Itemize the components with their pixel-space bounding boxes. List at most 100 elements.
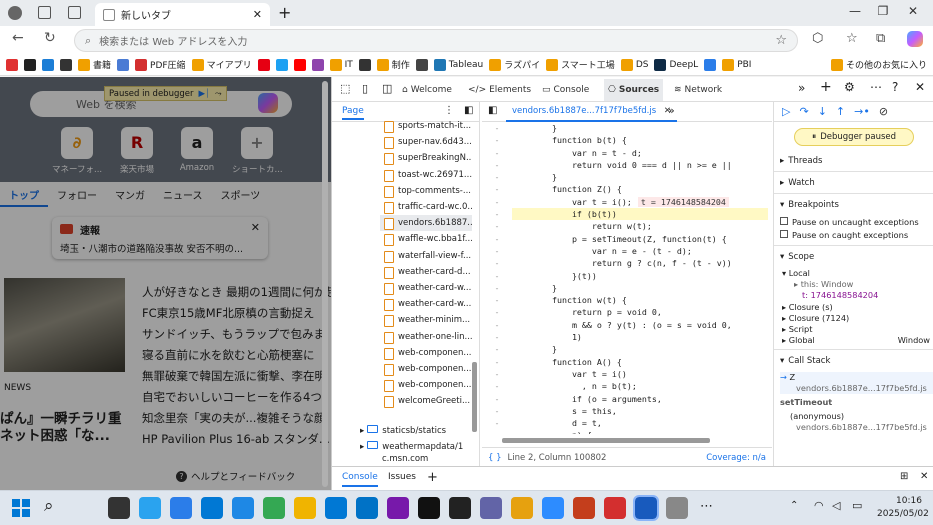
source-folder[interactable]: c.msn.com (360, 455, 478, 461)
pause-uncaught-option[interactable]: Pause on uncaught exceptions (780, 216, 933, 229)
source-folder[interactable]: ▸ weathermapdata/1 (360, 439, 478, 455)
other-favorites[interactable]: その他のお気に入り (830, 58, 933, 71)
source-file[interactable]: toast-wc.26971... (380, 167, 472, 183)
code-view[interactable]: } function b(t) { var n = t - d; return … (512, 122, 768, 434)
scope-this[interactable]: ▸ this: Window (782, 279, 933, 290)
editor-hscrollbar[interactable] (502, 438, 710, 443)
source-file[interactable]: vendors.6b1887... (380, 215, 472, 232)
favorite-star-icon[interactable]: ☆ (775, 33, 787, 48)
start-icon[interactable] (12, 499, 30, 517)
gutter-marker[interactable]: - (482, 294, 512, 306)
restore-icon[interactable]: ❐ (868, 4, 898, 22)
checkbox[interactable] (780, 230, 788, 238)
bookmark-item[interactable] (42, 58, 54, 71)
gutter-marker[interactable]: - (482, 233, 512, 245)
vscode-helper-taskbar-icon[interactable] (108, 497, 130, 519)
bookmark-item[interactable] (415, 58, 428, 71)
pause-caught-option[interactable]: Pause on caught exceptions (780, 229, 933, 242)
breakpoints-section[interactable]: ▾ Breakpoints (774, 194, 933, 216)
bookmark-item[interactable] (117, 58, 130, 71)
taskbar-search-icon[interactable]: ⌕ (44, 496, 54, 516)
gutter-marker[interactable]: - (482, 405, 512, 417)
edge-taskbar-icon[interactable] (201, 497, 223, 519)
drawer-dock-icon[interactable]: ⊞ (900, 471, 908, 482)
chatgpt-taskbar-icon[interactable] (480, 497, 502, 519)
call-frame-2[interactable]: (anonymous) vendors.6b1887e...17f7be5fd.j… (780, 411, 933, 433)
source-file[interactable]: top-comments-... (380, 183, 472, 199)
source-file[interactable]: weather-card-w... (380, 296, 472, 312)
bookmark-item[interactable] (704, 58, 717, 71)
nav-scrollbar[interactable] (472, 362, 477, 432)
outlook-taskbar-icon[interactable] (294, 497, 316, 519)
source-file[interactable]: web-componen... (380, 377, 472, 393)
source-file[interactable]: weather-minim... (380, 312, 472, 328)
refresh-icon[interactable]: ↻ (44, 30, 56, 46)
gutter-marker[interactable]: - (482, 147, 512, 159)
browser-tab[interactable]: 新しいタブ ✕ (95, 3, 270, 26)
bookmark-item[interactable] (358, 58, 371, 71)
close-devtools-icon[interactable]: ✕ (915, 80, 925, 94)
gutter-marker[interactable]: - (482, 245, 512, 257)
scope-script[interactable]: ▸ Script (782, 324, 933, 335)
dock-icon[interactable]: ◫ (382, 82, 392, 95)
scope-t[interactable]: t: 1746148584204 (782, 290, 933, 301)
drawer-tab-issues[interactable]: Issues (388, 472, 416, 482)
minimize-icon[interactable]: — (840, 4, 870, 22)
customize-icon[interactable]: ⋯ (870, 80, 882, 94)
notion-taskbar-icon[interactable] (387, 497, 409, 519)
bookmark-item[interactable]: マイアプリ (191, 58, 252, 71)
scope-closure-7124[interactable]: ▸ Closure (7124) (782, 313, 933, 324)
editor-file-tab[interactable]: vendors.6b1887e...7f17f7be5fd.js ✕ (506, 102, 677, 122)
bookmark-item[interactable] (24, 58, 36, 71)
source-file[interactable]: weather-one-lin... (380, 329, 472, 345)
gutter-marker[interactable]: - (482, 183, 512, 195)
source-file[interactable]: web-componen... (380, 345, 472, 361)
deactivate-breakpoints-icon[interactable]: ⊘ (879, 105, 888, 118)
source-file[interactable]: waterfall-view-f... (380, 248, 472, 264)
step-icon[interactable]: →• (854, 105, 870, 118)
bookmark-item[interactable]: スマート工場 (546, 58, 615, 71)
add-tab-icon[interactable]: + (820, 79, 832, 95)
gutter-marker[interactable]: - (482, 393, 512, 405)
checkbox[interactable] (780, 217, 788, 225)
close-window-icon[interactable]: ✕ (898, 4, 928, 22)
powerpoint-taskbar-icon[interactable] (542, 497, 564, 519)
bookmark-item[interactable] (275, 58, 288, 71)
word-taskbar-icon[interactable] (604, 497, 626, 519)
bookmark-item[interactable] (60, 58, 72, 71)
gutter-marker[interactable]: - (482, 196, 512, 208)
source-file[interactable]: superBreakingN... (380, 150, 472, 166)
resume-button-icon[interactable]: ▷ (782, 105, 790, 118)
bookmark-item[interactable]: IT (329, 58, 353, 71)
snipping-taskbar-icon[interactable] (666, 497, 688, 519)
bookmark-item[interactable]: DeepL (654, 58, 698, 71)
source-file[interactable]: waffle-wc.bba1f... (380, 231, 472, 247)
nav-more-icon[interactable]: ⋮ (444, 105, 454, 116)
gutter-marker[interactable]: - (482, 220, 512, 232)
bookmark-item[interactable]: 書籍 (78, 58, 111, 71)
close-tab-icon[interactable]: ✕ (253, 8, 262, 21)
toggle-sidebar-icon[interactable]: ◧ (464, 105, 473, 116)
bookmark-item[interactable] (293, 58, 306, 71)
gutter-marker[interactable]: - (482, 429, 512, 434)
device-toolbar-icon[interactable]: ▯ (362, 82, 368, 95)
bookmark-item[interactable]: PDF圧縮 (135, 58, 186, 71)
gutter-marker[interactable]: - (482, 417, 512, 429)
bookmark-item[interactable] (6, 58, 18, 71)
chrome-taskbar-icon[interactable] (232, 497, 254, 519)
gutter-marker[interactable]: - (482, 270, 512, 282)
calendar-taskbar-icon[interactable] (418, 497, 440, 519)
scope-global[interactable]: ▸ Global Window (782, 335, 933, 346)
bookmark-item[interactable]: Tableau (433, 58, 483, 71)
gutter-marker[interactable]: - (482, 257, 512, 269)
step-out-icon[interactable]: ↑ (836, 105, 845, 118)
devtools-tab-network[interactable]: ≋ Network (670, 79, 726, 101)
bookmark-item[interactable] (257, 58, 270, 71)
more-tabs-icon[interactable]: » (798, 81, 805, 95)
source-file[interactable]: weather-card-w... (380, 280, 472, 296)
clock-date[interactable]: 2025/05/02 (877, 509, 929, 519)
extensions-icon[interactable]: ⬡ (812, 31, 823, 46)
call-stack-section[interactable]: ▾ Call Stack (774, 350, 933, 372)
gutter-marker[interactable]: - (482, 134, 512, 146)
watch-section[interactable]: ▸ Watch (774, 172, 933, 194)
